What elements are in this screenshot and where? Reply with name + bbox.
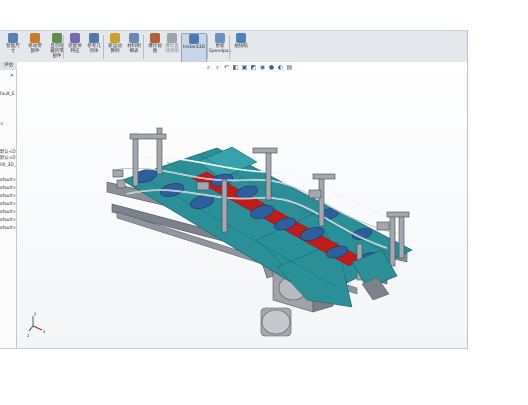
axis-triad: z x y [27, 311, 46, 338]
tree-item[interactable]: < [0, 122, 4, 127]
tab-evaluate[interactable]: 评估 [2, 62, 15, 70]
tree-item[interactable]: efault> [0, 202, 16, 207]
instant3d-icon [189, 34, 199, 44]
svg-text:z: z [27, 333, 29, 338]
section-view-icon[interactable]: ◧ [232, 64, 239, 71]
viewport-right-border [467, 30, 468, 348]
tree-item[interactable]: fault_E [0, 92, 15, 97]
toolbar-separator [63, 35, 64, 59]
tree-item[interactable]: 默认<D [0, 156, 16, 161]
view-orientation-icon[interactable]: ▣ [241, 64, 248, 71]
update-speedpak-button[interactable]: 更新 Speedpak [209, 33, 231, 61]
toolbar-separator [143, 35, 144, 59]
zoom-area-icon[interactable]: ⌕ [214, 64, 221, 71]
new-motion-study-button[interactable]: 新运动 算例 [105, 33, 125, 61]
reference-geometry-button[interactable]: 参考几 何体 [84, 33, 104, 61]
tree-item[interactable]: efault> [0, 210, 16, 215]
motion-study-icon [110, 33, 120, 43]
exploded-view-icon [150, 33, 160, 43]
instant3d-button[interactable]: Instant3D [181, 33, 207, 63]
move-component-button[interactable]: 移动零 部件 [24, 33, 46, 61]
tree-item[interactable]: 默认<D [0, 150, 16, 155]
bill-of-materials-button[interactable]: 材料明 细表 [124, 33, 144, 61]
tree-item[interactable]: efault> [0, 186, 16, 191]
view-settings-icon[interactable]: ▤ [286, 64, 293, 71]
toolbar-separator [103, 35, 104, 59]
toolbar-separator [229, 35, 230, 59]
smart-dimension-icon [8, 33, 18, 43]
smart-dimension-button[interactable]: 智能尺 寸 [2, 33, 24, 61]
snapshot-icon [236, 33, 246, 43]
tree-item[interactable]: efault> [0, 218, 16, 223]
explode-line-icon [167, 33, 177, 43]
reference-geometry-icon [89, 33, 99, 43]
display-style-icon[interactable]: ◩ [250, 64, 257, 71]
panel-expand-icon[interactable]: » [10, 72, 14, 79]
command-manager-toolbar: 智能尺 寸 移动零 部件 显示隐 藏的零 部件 装配体 特征 参考几 何体 新运… [0, 30, 467, 64]
speedpak-icon [215, 33, 225, 43]
exploded-view-button[interactable]: 爆炸视 图 [145, 33, 165, 61]
assembly-features-button[interactable]: 装配体 特征 [65, 33, 85, 61]
bom-icon [129, 33, 139, 43]
heads-up-view-toolbar: ⌕ ⌕ ↶ ◧ ▣ ◩ ◉ ● ◐ ▤ [205, 63, 293, 72]
svg-text:y: y [34, 311, 37, 316]
zoom-to-fit-icon[interactable]: ⌕ [205, 64, 212, 71]
tree-item[interactable]: efault> [0, 226, 16, 231]
feature-manager-tree: » fault_E < 默认<D 默认<D 00_3D_ efault> efa… [0, 70, 17, 348]
appearance-icon[interactable]: ● [268, 64, 275, 71]
svg-text:x: x [43, 329, 46, 334]
move-component-icon [30, 33, 40, 43]
tree-item[interactable]: efault> [0, 194, 16, 199]
viewport-bottom-border [0, 348, 468, 349]
scene-icon[interactable]: ◐ [277, 64, 284, 71]
hide-show-icon[interactable]: ◉ [259, 64, 266, 71]
take-snapshot-button[interactable]: 拍快照 [231, 33, 251, 61]
assembly-features-icon [70, 33, 80, 43]
tree-item[interactable]: efault> [0, 178, 16, 183]
previous-view-icon[interactable]: ↶ [223, 64, 230, 71]
show-hidden-icon [52, 33, 62, 43]
explode-line-sketch-button[interactable]: 爆炸直 线草图 [163, 33, 181, 61]
graphics-viewport[interactable]: z x y [17, 62, 467, 348]
tree-item[interactable]: 00_3D_ [0, 163, 16, 168]
conveyor-assembly-model: z x y [27, 127, 413, 338]
toolbar-separator [207, 35, 208, 59]
